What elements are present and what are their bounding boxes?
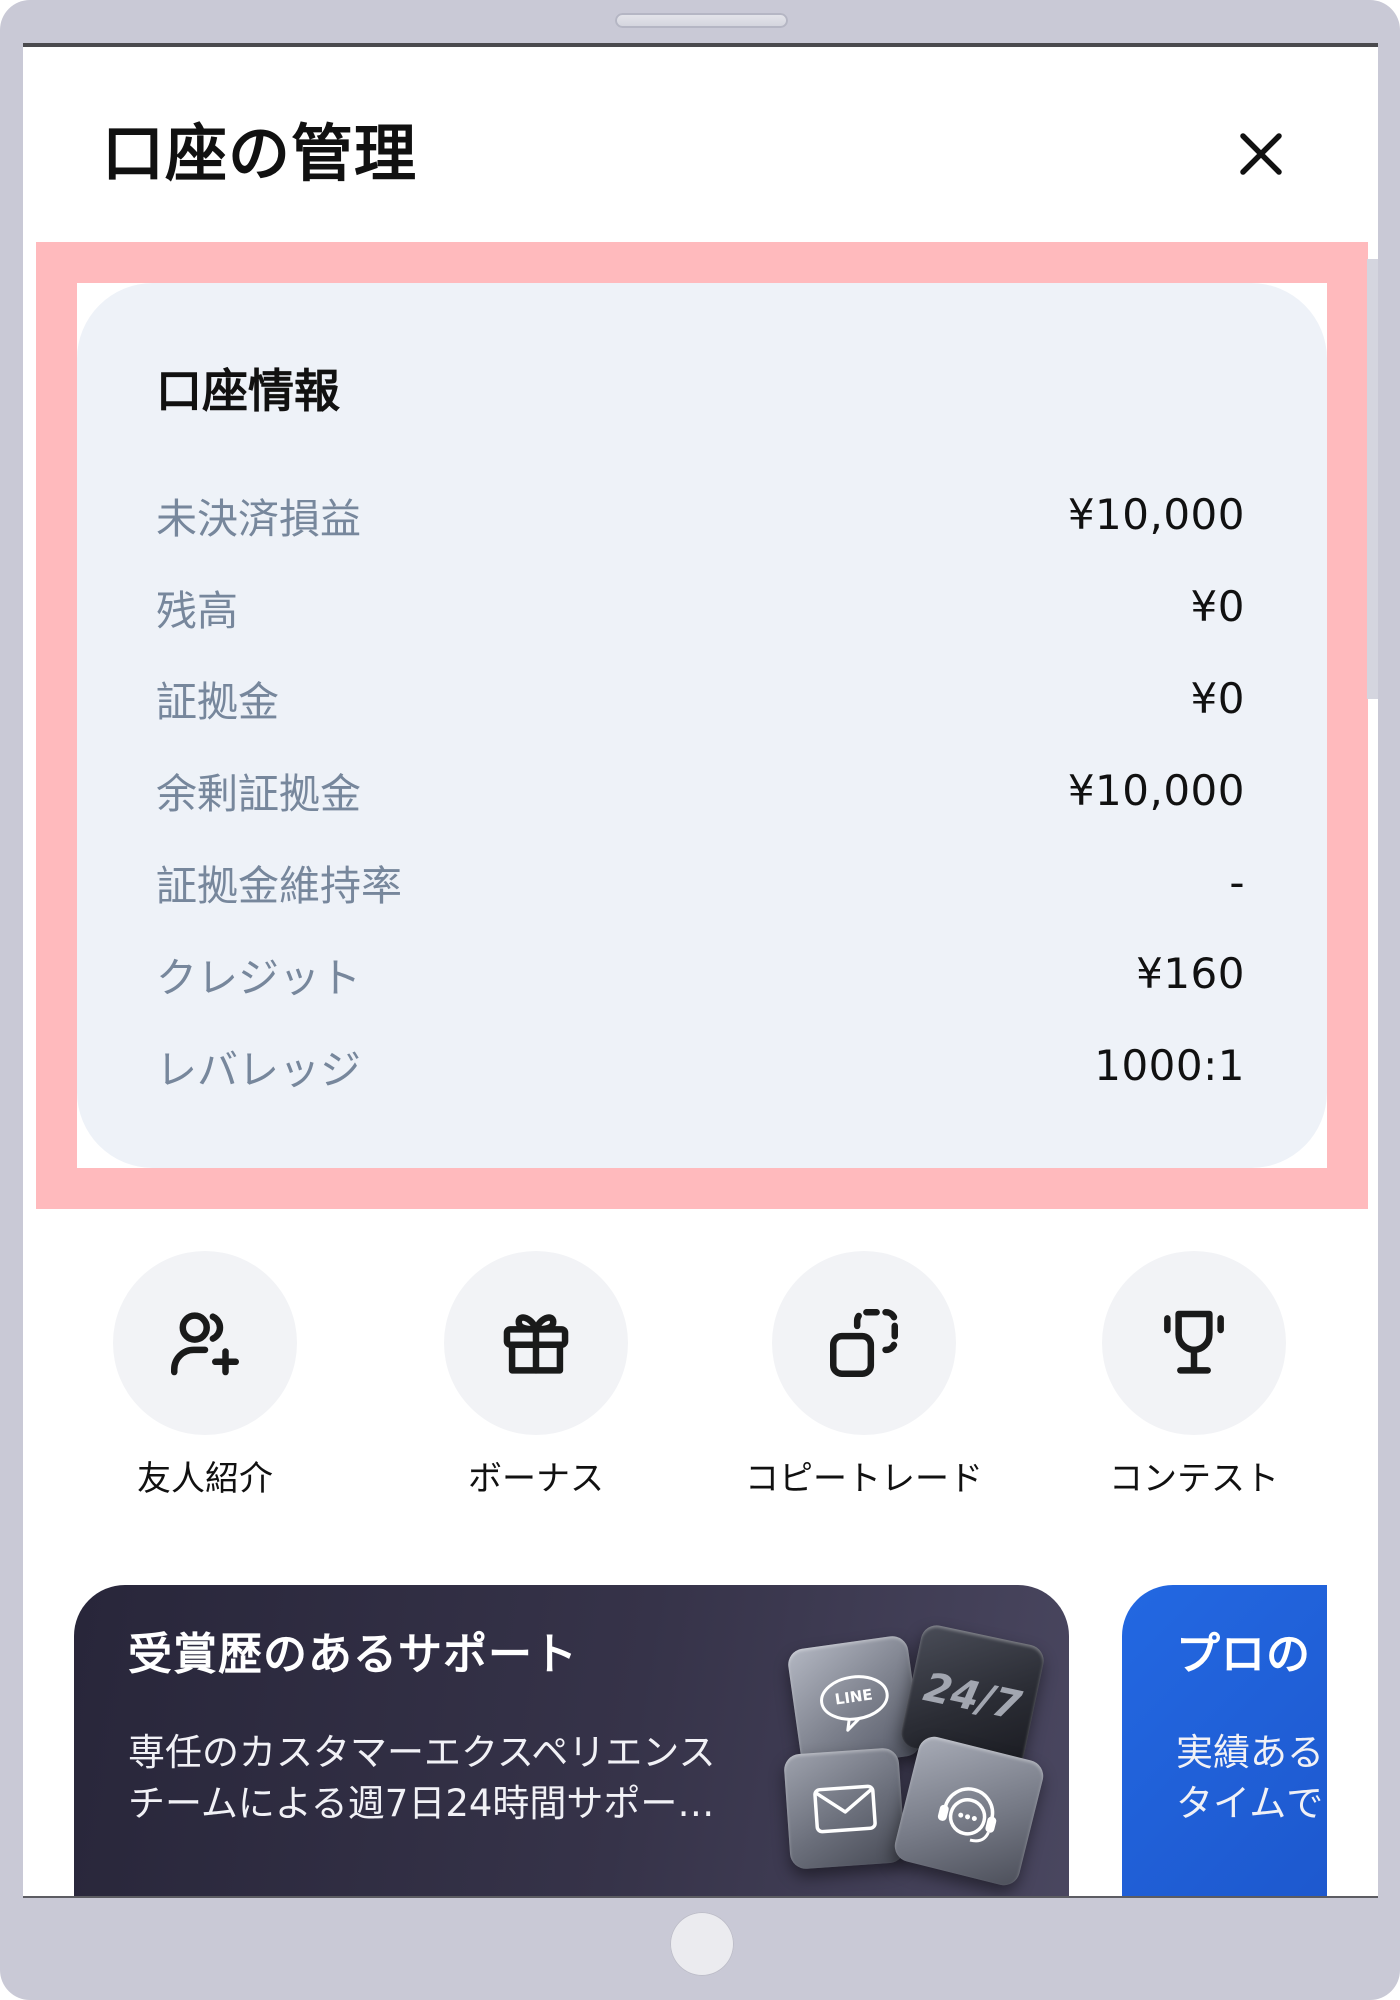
tile-247-text: 24/7 bbox=[919, 1663, 1026, 1730]
screen-top-edge bbox=[23, 43, 1378, 47]
info-label: レバレッジ bbox=[156, 1045, 361, 1094]
page-title: 口座の管理 bbox=[102, 117, 418, 190]
banner-text-line: チームによる週7日24時間サポー… bbox=[128, 1782, 715, 1825]
screen-bottom-edge bbox=[23, 1896, 1378, 1898]
banner-text-line: 実績ある bbox=[1176, 1731, 1324, 1774]
speaker-grille bbox=[615, 13, 788, 28]
info-row-margin: 証拠金 ¥0 bbox=[156, 653, 1245, 745]
support-banner[interactable]: 受賞歴のあるサポート 専任のカスタマーエクスペリエンス チームによる週7日24時… bbox=[74, 1585, 1069, 1898]
quick-action-refer-friend[interactable]: 友人紹介 bbox=[55, 1251, 355, 1511]
banner-title: プロの bbox=[1176, 1629, 1311, 1680]
info-row-margin-level: 証拠金維持率 - bbox=[156, 836, 1245, 928]
info-label: 未決済損益 bbox=[156, 494, 361, 543]
banner-text-line: 専任のカスタマーエクスペリエンス bbox=[128, 1731, 716, 1774]
info-value: ¥10,000 bbox=[1067, 765, 1245, 815]
action-label: コンテスト bbox=[1109, 1459, 1279, 1499]
info-row-credit: クレジット ¥160 bbox=[156, 928, 1245, 1020]
info-row-free-margin: 余剰証拠金 ¥10,000 bbox=[156, 744, 1245, 836]
info-value: ¥160 bbox=[1136, 949, 1245, 999]
quick-action-copy-trade[interactable]: コピートレード bbox=[714, 1251, 1014, 1511]
quick-action-bonus[interactable]: ボーナス bbox=[386, 1251, 686, 1511]
pro-banner[interactable]: プロの 実績ある タイムで bbox=[1122, 1585, 1327, 1898]
device-frame: 口座の管理 口座情報 未決済損益 ¥10,000 残高 ¥0 証拠金 ¥0 余剰… bbox=[0, 0, 1400, 2000]
info-label: クレジット bbox=[156, 953, 361, 1002]
info-value: ¥10,000 bbox=[1067, 490, 1245, 540]
info-label: 残高 bbox=[156, 586, 238, 635]
account-info-container: 口座情報 未決済損益 ¥10,000 残高 ¥0 証拠金 ¥0 余剰証拠金 ¥1… bbox=[77, 283, 1327, 1168]
banner-text-line: タイムで bbox=[1176, 1782, 1324, 1825]
close-icon bbox=[1240, 133, 1282, 175]
scrollbar-thumb[interactable] bbox=[1367, 259, 1378, 699]
info-row-balance: 残高 ¥0 bbox=[156, 561, 1245, 653]
info-label: 証拠金 bbox=[156, 678, 279, 727]
action-icon-circle bbox=[772, 1251, 956, 1435]
info-label: 余剰証拠金 bbox=[156, 770, 361, 819]
action-label: ボーナス bbox=[468, 1459, 604, 1499]
account-info-heading: 口座情報 bbox=[156, 364, 340, 418]
action-label: コピートレード bbox=[745, 1459, 983, 1499]
headset-chat-icon bbox=[937, 1787, 997, 1843]
envelope-icon bbox=[812, 1784, 877, 1833]
line-bubble: LINE bbox=[813, 1668, 897, 1738]
info-value: ¥0 bbox=[1190, 673, 1245, 723]
mail-icon bbox=[783, 1747, 906, 1870]
trophy-icon bbox=[1164, 1310, 1224, 1374]
close-button[interactable] bbox=[1231, 124, 1291, 184]
action-label: 友人紹介 bbox=[137, 1459, 273, 1499]
home-button[interactable] bbox=[670, 1912, 734, 1976]
app-screen: 口座の管理 口座情報 未決済損益 ¥10,000 残高 ¥0 証拠金 ¥0 余剰… bbox=[23, 43, 1378, 1898]
info-row-leverage: レバレッジ 1000:1 bbox=[156, 1020, 1245, 1112]
action-icon-circle bbox=[1102, 1251, 1286, 1435]
info-value: ¥0 bbox=[1190, 582, 1245, 632]
copy-icon bbox=[830, 1309, 898, 1377]
action-icon-circle bbox=[113, 1251, 297, 1435]
gift-icon bbox=[503, 1314, 569, 1374]
account-info-list: 未決済損益 ¥10,000 残高 ¥0 証拠金 ¥0 余剰証拠金 ¥10,000… bbox=[156, 469, 1245, 1112]
user-plus-icon bbox=[171, 1312, 239, 1376]
info-label: 証拠金維持率 bbox=[156, 862, 402, 911]
account-info-highlight: 口座情報 未決済損益 ¥10,000 残高 ¥0 証拠金 ¥0 余剰証拠金 ¥1… bbox=[36, 242, 1368, 1209]
account-info-card: 口座情報 未決済損益 ¥10,000 残高 ¥0 証拠金 ¥0 余剰証拠金 ¥1… bbox=[77, 283, 1327, 1168]
quick-action-contest[interactable]: コンテスト bbox=[1044, 1251, 1344, 1511]
info-value: 1000:1 bbox=[1094, 1041, 1245, 1091]
banner-title: 受賞歴のあるサポート bbox=[128, 1629, 578, 1680]
action-icon-circle bbox=[444, 1251, 628, 1435]
info-row-unrealized-pl: 未決済損益 ¥10,000 bbox=[156, 469, 1245, 561]
promo-carousel[interactable]: 受賞歴のあるサポート 専任のカスタマーエクスペリエンス チームによる週7日24時… bbox=[74, 1585, 1327, 1898]
info-value: - bbox=[1229, 857, 1245, 907]
